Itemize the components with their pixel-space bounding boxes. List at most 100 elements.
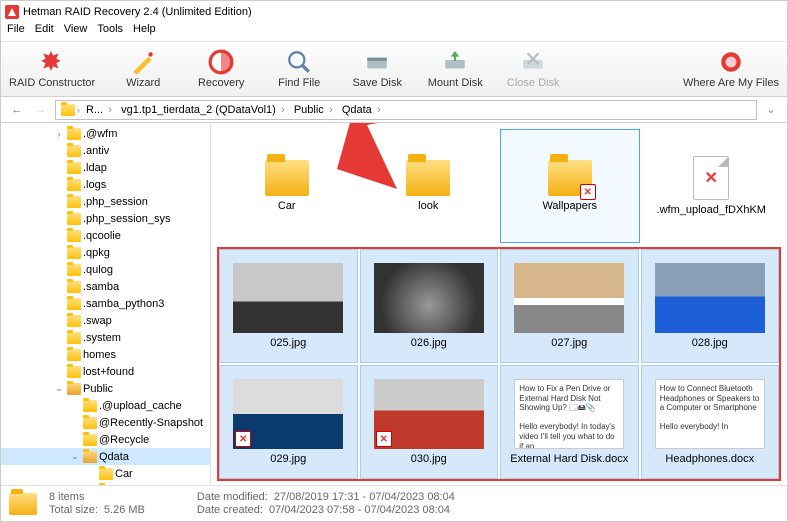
tree-item[interactable]: .php_session_sys [1, 210, 210, 227]
folder-icon [9, 493, 37, 515]
tree-item[interactable]: .system [1, 329, 210, 346]
file-item[interactable]: How to Fix a Pen Drive or External Hard … [500, 365, 639, 479]
file-item[interactable]: 027.jpg [500, 249, 639, 363]
tree-twisty[interactable]: ⌄ [69, 451, 81, 462]
folder-item[interactable]: look [359, 129, 499, 243]
file-item[interactable]: 028.jpg [641, 249, 780, 363]
file-item[interactable]: 026.jpg [360, 249, 499, 363]
tree-item[interactable]: homes [1, 346, 210, 363]
tree-item[interactable]: ⌄Qdata [1, 448, 210, 465]
close-disk-button[interactable]: Close Disk [503, 49, 563, 89]
navigation-bar: ← → › R...›vg1.tp1_tierdata_2 (QDataVol1… [1, 97, 787, 123]
folder-icon [406, 160, 450, 196]
folder-icon [67, 349, 81, 361]
tree-item[interactable]: .ldap [1, 159, 210, 176]
find-file-icon [286, 49, 312, 75]
folder-tree[interactable]: ›.@wfm.antiv.ldap.logs.php_session.php_s… [1, 123, 211, 485]
folder-icon [67, 264, 81, 276]
folder-icon [67, 196, 81, 208]
tree-item[interactable]: .swap [1, 312, 210, 329]
content-pane: CarlookWallpapers✕.wfm_upload_fDXhKM 025… [211, 123, 787, 485]
where-are-my-files-icon [718, 49, 744, 75]
menu-bar: File Edit View Tools Help [1, 23, 787, 41]
folder-icon [83, 451, 97, 463]
tree-item[interactable]: @Recycle [1, 431, 210, 448]
tree-item[interactable]: .qulog [1, 261, 210, 278]
breadcrumb-segment[interactable]: Public› [291, 104, 339, 116]
tree-twisty[interactable]: ⌄ [53, 383, 65, 394]
file-icon: ✕ [693, 156, 729, 200]
wizard-button[interactable]: Wizard [113, 49, 173, 89]
breadcrumb[interactable]: › R...›vg1.tp1_tierdata_2 (QDataVol1)›Pu… [55, 100, 757, 120]
toolbar: RAID Constructor Wizard Recovery Find File S… [1, 41, 787, 97]
doc-preview: How to Fix a Pen Drive or External Hard … [514, 379, 624, 449]
tree-item[interactable]: .@upload_cache [1, 397, 210, 414]
image-thumbnail [655, 263, 765, 333]
status-bar: 8 items Total size:5.26 MB Date modified… [1, 485, 787, 521]
tree-item[interactable]: .logs [1, 176, 210, 193]
file-item[interactable]: How to Connect Bluetooth Headphones or S… [641, 365, 780, 479]
tree-item[interactable]: .samba_python3 [1, 295, 210, 312]
breadcrumb-segment[interactable]: vg1.tp1_tierdata_2 (QDataVol1)› [118, 104, 291, 116]
folder-icon [67, 298, 81, 310]
folder-item[interactable]: Wallpapers [500, 129, 640, 243]
selected-files: 025.jpg026.jpg027.jpg028.jpg 029.jpg030.j… [217, 247, 781, 481]
where-are-my-files-button[interactable]: Where Are My Files [683, 49, 779, 89]
window-title: Hetman RAID Recovery 2.4 (Unlimited Edit… [23, 6, 252, 18]
tree-item[interactable]: ⌄Public [1, 380, 210, 397]
tree-item[interactable]: ›.@wfm [1, 125, 210, 142]
breadcrumb-segment[interactable]: Qdata› [339, 104, 387, 116]
folder-item[interactable]: ✕.wfm_upload_fDXhKM [642, 129, 782, 243]
menu-help[interactable]: Help [133, 23, 156, 41]
folder-icon [67, 145, 81, 157]
image-thumbnail [514, 263, 624, 333]
save-disk-icon [364, 49, 390, 75]
nav-forward-button[interactable]: → [31, 100, 51, 120]
folder-item[interactable]: Car [217, 129, 357, 243]
folder-icon [83, 434, 97, 446]
menu-tools[interactable]: Tools [97, 23, 123, 41]
menu-edit[interactable]: Edit [35, 23, 54, 41]
folder-icon [67, 128, 81, 140]
tree-item[interactable]: .samba [1, 278, 210, 295]
folder-icon [67, 332, 81, 344]
folder-icon [99, 485, 113, 486]
tree-item[interactable]: .php_session [1, 193, 210, 210]
folder-icon [67, 281, 81, 293]
breadcrumb-segment[interactable]: R...› [83, 104, 118, 116]
raid-constructor-button[interactable]: RAID Constructor [9, 49, 95, 89]
folder-icon [99, 468, 113, 480]
find-file-button[interactable]: Find File [269, 49, 329, 89]
folder-icon [67, 179, 81, 191]
recovery-icon [208, 49, 234, 75]
image-thumbnail [233, 379, 343, 449]
menu-file[interactable]: File [7, 23, 25, 41]
file-item[interactable]: 030.jpg [360, 365, 499, 479]
tree-item[interactable]: lost+found [1, 363, 210, 380]
folder-icon [265, 160, 309, 196]
file-item[interactable]: 025.jpg [219, 249, 358, 363]
doc-preview: How to Connect Bluetooth Headphones or S… [655, 379, 765, 449]
folder-icon [548, 160, 592, 196]
save-disk-button[interactable]: Save Disk [347, 49, 407, 89]
folder-icon [67, 383, 81, 395]
image-thumbnail [233, 263, 343, 333]
tree-item[interactable]: Car [1, 465, 210, 482]
image-thumbnail [374, 379, 484, 449]
close-disk-icon [520, 49, 546, 75]
mount-disk-button[interactable]: Mount Disk [425, 49, 485, 89]
folder-icon [61, 104, 75, 116]
tree-twisty[interactable]: › [53, 129, 65, 139]
tree-item[interactable]: .qcoolie [1, 227, 210, 244]
tree-item[interactable]: @Recently-Snapshot [1, 414, 210, 431]
nav-back-button[interactable]: ← [7, 100, 27, 120]
recovery-button[interactable]: Recovery [191, 49, 251, 89]
breadcrumb-dropdown[interactable]: ⌄ [761, 103, 781, 116]
file-item[interactable]: 029.jpg [219, 365, 358, 479]
tree-item[interactable]: .qpkg [1, 244, 210, 261]
tree-item[interactable]: .antiv [1, 142, 210, 159]
folder-icon [67, 315, 81, 327]
menu-view[interactable]: View [64, 23, 88, 41]
status-items: 8 items [49, 491, 145, 503]
wizard-icon [130, 49, 156, 75]
